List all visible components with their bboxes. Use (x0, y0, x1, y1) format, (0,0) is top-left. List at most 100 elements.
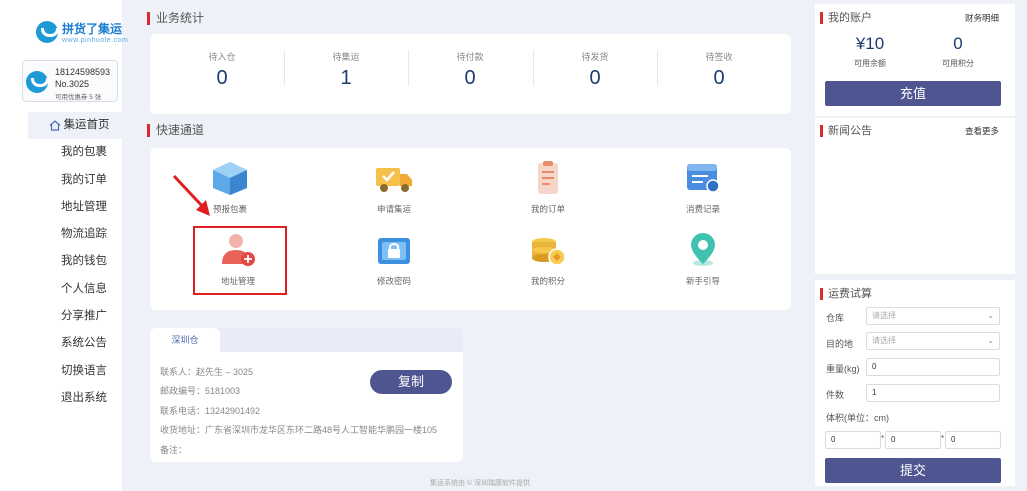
sidebar-item-notices[interactable]: 系统公告 (28, 330, 122, 357)
user-card[interactable]: 18124598593 No.3025 可用优惠券 5 张 (22, 60, 118, 102)
sidebar-item-address[interactable]: 地址管理 (28, 194, 122, 221)
calculator-title: 运费试算 (820, 288, 872, 300)
quick-label: 消费记录 (685, 204, 720, 214)
warehouse-label: 仓库 (826, 313, 845, 323)
user-number: No.3025 (55, 79, 90, 89)
count-label: 件数 (826, 390, 845, 400)
stat-pending-warehouse[interactable]: 待入仓 0 (160, 34, 284, 98)
balance-value: ¥10 (855, 34, 885, 53)
quick-title: 快速通道 (147, 124, 204, 137)
quick-my-points[interactable]: 我的积分 (508, 232, 588, 287)
chevron-down-icon: ⌄ (987, 311, 994, 320)
lock-icon (378, 238, 410, 264)
quick-label: 修改密码 (376, 276, 411, 286)
recharge-button[interactable]: 充值 (825, 81, 1001, 106)
count-input[interactable]: 1 (866, 384, 1000, 402)
tab-shenzhen-warehouse[interactable]: 深圳仓 (150, 328, 220, 352)
stat-value: 0 (464, 67, 476, 89)
stat-value: 1 (340, 67, 352, 89)
height-input[interactable]: 0 (945, 431, 1001, 449)
stat-label: 待集运 (332, 52, 360, 62)
destination-label: 目的地 (826, 339, 854, 349)
balance-label: 可用余额 (854, 59, 886, 68)
sidebar: 拼货了集运 www.pinhuole.com 18124598593 No.30… (0, 0, 128, 491)
stat-label: 待入仓 (208, 52, 236, 62)
user-coupon: 可用优惠券 5 张 (55, 94, 102, 101)
stat-value: 0 (713, 67, 725, 89)
package-icon (213, 162, 247, 195)
avatar (26, 71, 49, 93)
warehouse-placeholder: 请选择 (872, 311, 896, 320)
news-more-link[interactable]: 查看更多 (965, 125, 999, 137)
user-phone: 18124598593 (55, 67, 111, 77)
stat-label: 待付款 (456, 52, 484, 62)
account-title: 我的账户 (820, 12, 872, 24)
width-input[interactable]: 0 (885, 431, 941, 449)
stat-value: 0 (216, 67, 228, 89)
sidebar-item-tracking[interactable]: 物流追踪 (28, 221, 122, 248)
quick-label: 新手引导 (685, 276, 720, 286)
stat-pending-shipment[interactable]: 待发货 0 (533, 34, 657, 98)
sidebar-item-wallet[interactable]: 我的钱包 (28, 248, 122, 275)
stat-label: 待发货 (581, 52, 609, 62)
times-sign: * (881, 434, 885, 443)
stat-pending-payment[interactable]: 待付款 0 (408, 34, 532, 98)
sidebar-item-home[interactable]: 集运首页 (28, 112, 122, 140)
logo[interactable]: 拼货了集运 www.pinhuole.com (36, 20, 128, 44)
quick-consumption-records[interactable]: 消费记录 (663, 160, 743, 215)
quick-change-password[interactable]: 修改密码 (354, 232, 434, 287)
sidebar-item-share[interactable]: 分享推广 (28, 303, 122, 330)
sidebar-item-language[interactable]: 切换语言 (28, 358, 122, 385)
finance-details-link[interactable]: 财务明细 (965, 12, 999, 24)
record-icon (687, 164, 720, 193)
sidebar-item-logout[interactable]: 退出系统 (28, 385, 122, 412)
annotation-arrow-icon (172, 174, 210, 216)
copy-button[interactable]: 复制 (370, 370, 452, 394)
submit-button[interactable]: 提交 (825, 458, 1001, 483)
length-input[interactable]: 0 (825, 431, 881, 449)
quick-apply-consolidation[interactable]: 申请集运 (354, 160, 434, 215)
weight-input[interactable]: 0 (866, 358, 1000, 376)
coins-icon (532, 238, 566, 266)
destination-placeholder: 请选择 (872, 336, 896, 345)
warehouse-phone: 联系电话：13242901492 (160, 406, 261, 416)
sidebar-item-profile[interactable]: 个人信息 (28, 276, 122, 303)
sidebar-nav: 集运首页 我的包裹 我的订单 地址管理 物流追踪 我的钱包 个人信息 分享推广 … (28, 112, 122, 412)
news-title: 新闻公告 (820, 125, 872, 137)
warehouse-card: 联系人：赵先生 – 3025 邮政编号：5181003 联系电话：1324290… (150, 352, 463, 462)
volume-label: 体积(单位：cm) (826, 413, 889, 423)
warehouse-select[interactable]: 请选择 ⌄ (866, 307, 1000, 325)
footer-text: 集运系统由 © 深圳瑞康软件提供 (430, 480, 531, 487)
clipboard-icon (538, 161, 558, 194)
quick-label: 申请集运 (376, 204, 411, 214)
chevron-down-icon: ⌄ (987, 336, 994, 345)
points-value: 0 (953, 34, 963, 53)
stat-label: 待签收 (705, 52, 733, 62)
times-sign: * (941, 434, 945, 443)
quick-label: 我的积分 (530, 276, 565, 286)
stat-pending-consolidation[interactable]: 待集运 1 (284, 34, 408, 98)
stat-value: 0 (589, 67, 601, 89)
annotation-highlight-box (193, 226, 287, 295)
warehouse-note: 备注： (160, 445, 188, 455)
stats-title: 业务统计 (147, 12, 204, 25)
truck-icon (376, 168, 412, 192)
stats-panel: 待入仓 0 待集运 1 待付款 0 待发货 0 待签收 0 (150, 34, 791, 114)
logo-subtitle: www.pinhuole.com (62, 37, 129, 44)
points-label: 可用积分 (942, 59, 974, 68)
quick-label: 我的订单 (530, 204, 565, 214)
weight-label: 重量(kg) (826, 364, 860, 374)
warehouse-address: 收货地址：广东省深圳市龙华区东环二路48号人工智能华鹏园一楼105 (160, 425, 438, 435)
news-panel (815, 118, 1015, 274)
sidebar-item-label: 集运首页 (63, 119, 110, 132)
warehouse-postal: 邮政编号：5181003 (160, 386, 241, 396)
warehouse-contact: 联系人：赵先生 – 3025 (160, 367, 254, 377)
destination-select[interactable]: 请选择 ⌄ (866, 332, 1000, 350)
sidebar-item-packages[interactable]: 我的包裹 (28, 139, 122, 166)
home-icon (49, 120, 60, 131)
sidebar-item-orders[interactable]: 我的订单 (28, 167, 122, 194)
logo-mark-icon (36, 21, 59, 43)
quick-my-orders[interactable]: 我的订单 (508, 160, 588, 215)
quick-beginner-guide[interactable]: 新手引导 (663, 232, 743, 287)
stat-pending-receipt[interactable]: 待签收 0 (657, 34, 781, 98)
